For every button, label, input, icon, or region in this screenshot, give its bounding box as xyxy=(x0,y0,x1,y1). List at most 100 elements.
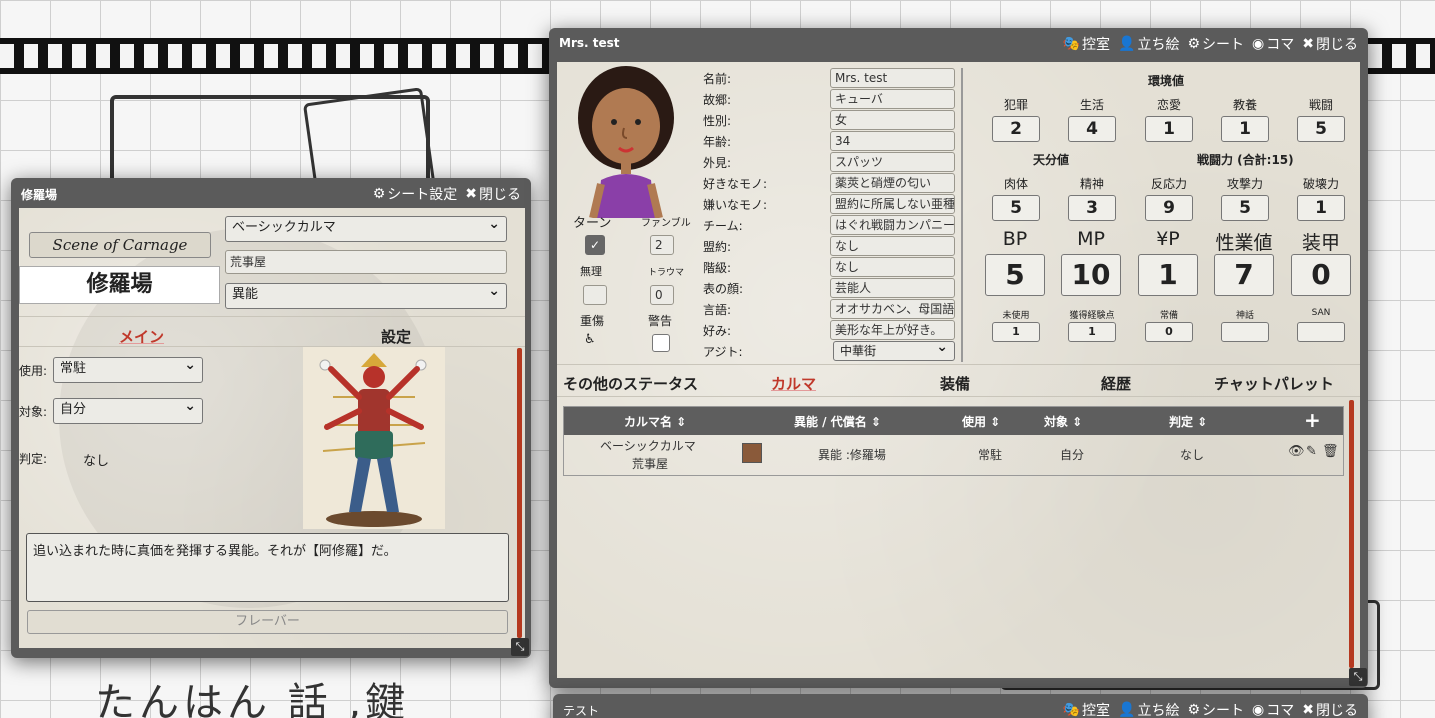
titlebar[interactable]: 修羅場 ⚙ シート設定 ✖ 閉じる xyxy=(11,178,531,208)
row-use: 常駐 xyxy=(978,448,1003,462)
tab-2[interactable]: 装備 xyxy=(940,373,970,394)
warning-checkbox[interactable] xyxy=(652,334,670,352)
sheet-button[interactable]: ⚙ シート xyxy=(1187,34,1244,54)
ability-value-1[interactable]: 3 xyxy=(1068,195,1116,221)
tab-1[interactable]: カルマ xyxy=(771,373,816,394)
combat-header: 戦闘力 (合計:15) xyxy=(1197,153,1294,167)
col-ability-name[interactable]: 異能 / 代償名 ⇕ xyxy=(794,413,881,430)
env-value-3[interactable]: 1 xyxy=(1221,116,1269,142)
target-select[interactable]: 自分 xyxy=(53,395,203,424)
big-stat-value-3[interactable]: 7 xyxy=(1214,254,1274,296)
trauma-field[interactable]: 0 xyxy=(650,285,674,305)
profile-select-13[interactable]: 中華街 xyxy=(833,338,955,361)
scrollbar[interactable] xyxy=(1349,400,1354,668)
col-karma-name[interactable]: カルマ名 ⇕ xyxy=(624,413,686,430)
tab-main[interactable]: メイン xyxy=(119,326,164,347)
muri-field[interactable] xyxy=(583,285,607,305)
ability-value-3[interactable]: 5 xyxy=(1221,195,1269,221)
ability-value-4[interactable]: 1 xyxy=(1297,195,1345,221)
big-stat-value-4[interactable]: 0 xyxy=(1291,254,1351,296)
fumble-field[interactable]: 2 xyxy=(650,235,674,255)
big-stat-value-2[interactable]: 1 xyxy=(1138,254,1198,296)
profile-field-12[interactable]: 美形な年上が好き。 xyxy=(830,320,955,340)
sheet-button[interactable]: ⚙ シート xyxy=(1187,700,1244,718)
scene-button[interactable]: Scene of Carnage xyxy=(29,232,211,258)
room-button[interactable]: 🎭 控室 xyxy=(1063,34,1110,54)
sub-stat-value-0[interactable]: 1 xyxy=(992,322,1040,342)
profile-field-6[interactable]: 盟約に所属しない亜種 xyxy=(830,194,955,214)
karma-subname-field[interactable]: 荒事屋 xyxy=(225,250,507,274)
tab-settings[interactable]: 設定 xyxy=(381,326,411,347)
big-stat-value-0[interactable]: 5 xyxy=(985,254,1045,296)
profile-field-3[interactable]: 34 xyxy=(830,131,955,151)
tab-0[interactable]: その他のステータス xyxy=(563,373,698,394)
big-stat-value-1[interactable]: 10 xyxy=(1061,254,1121,296)
sub-stat-value-2[interactable]: 0 xyxy=(1145,322,1193,342)
profile-field-4[interactable]: スパッツ xyxy=(830,152,955,172)
profile-field-10[interactable]: 芸能人 xyxy=(830,278,955,298)
env-value-1[interactable]: 4 xyxy=(1068,116,1116,142)
resize-handle[interactable]: ⤡ xyxy=(511,638,529,656)
resize-handle[interactable]: ⤡ xyxy=(1349,668,1367,686)
sub-stat-value-1[interactable]: 1 xyxy=(1068,322,1116,342)
avatar[interactable] xyxy=(571,62,681,219)
trash-icon[interactable]: 🗑 xyxy=(1322,444,1339,459)
col-target[interactable]: 対象 ⇕ xyxy=(1044,413,1082,430)
flavor-button[interactable]: フレーバー xyxy=(27,610,508,634)
tab-4[interactable]: チャットパレット xyxy=(1214,373,1334,394)
sub-stat-value-3[interactable] xyxy=(1221,322,1269,342)
profile-field-2[interactable]: 女 xyxy=(830,110,955,130)
sub-stat-value-4[interactable] xyxy=(1297,322,1345,342)
env-value-0[interactable]: 2 xyxy=(992,116,1040,142)
env-value-4[interactable]: 5 xyxy=(1297,116,1345,142)
karma-type-select[interactable]: ベーシックカルマ xyxy=(225,213,507,242)
row-karma-name: ベーシックカルマ xyxy=(600,439,696,453)
titlebar[interactable]: テスト 🎭 控室 👤 立ち絵 ⚙ シート ◉ コマ ✖ 閉じる xyxy=(553,694,1368,718)
edit-icon[interactable]: ✎ xyxy=(1306,444,1317,459)
piece-button[interactable]: ◉ コマ xyxy=(1252,700,1294,718)
col-use[interactable]: 使用 ⇕ xyxy=(962,413,1000,430)
add-row-button[interactable]: + xyxy=(1304,408,1321,432)
piece-button[interactable]: ◉ コマ xyxy=(1252,34,1294,54)
close-button[interactable]: ✖ 閉じる xyxy=(465,184,521,204)
profile-field-8[interactable]: なし xyxy=(830,236,955,256)
profile-field-0[interactable]: Mrs. test xyxy=(830,68,955,88)
resize-icon: ⤡ xyxy=(515,640,525,653)
col-judge[interactable]: 判定 ⇕ xyxy=(1169,413,1207,430)
env-label: 犯罪 xyxy=(1003,98,1028,112)
standing-picture-button[interactable]: 👤 立ち絵 xyxy=(1118,700,1179,718)
row-target: 自分 xyxy=(1060,448,1085,462)
profile-field-7[interactable]: はぐれ戦闘カンパニー xyxy=(830,215,955,235)
standing-picture-button[interactable]: 👤 立ち絵 xyxy=(1118,34,1179,54)
wheelchair-icon[interactable]: ♿ xyxy=(584,332,596,347)
karma-image[interactable] xyxy=(303,347,445,529)
karma-name-field[interactable]: 修羅場 xyxy=(19,266,220,304)
room-button[interactable]: 🎭 控室 xyxy=(1063,700,1110,718)
profile-field-5[interactable]: 薬莢と硝煙の匂い xyxy=(830,173,955,193)
table-row[interactable]: ベーシックカルマ 荒事屋 異能 :修羅場 常駐 自分 なし 👁 ✎ 🗑 xyxy=(564,435,1343,475)
muri-label: 無理 xyxy=(580,265,602,278)
ability-value-0[interactable]: 5 xyxy=(992,195,1040,221)
use-select[interactable]: 常駐 xyxy=(53,354,203,383)
vertical-divider xyxy=(961,68,963,362)
ability-type-select[interactable]: 異能 xyxy=(225,280,507,309)
description-textarea[interactable]: 追い込まれた時に真価を発揮する異能。それが【阿修羅】だ。 xyxy=(26,533,509,602)
turn-checkbox[interactable]: ✓ xyxy=(585,235,605,255)
close-button[interactable]: ✖ 閉じる xyxy=(1302,700,1358,718)
profile-label: 外見: xyxy=(703,156,732,170)
ability-value-2[interactable]: 9 xyxy=(1145,195,1193,221)
tab-3[interactable]: 経歴 xyxy=(1101,373,1131,394)
profile-field-9[interactable]: なし xyxy=(830,257,955,277)
profile-field-11[interactable]: オオサカベン、母国語 xyxy=(830,299,955,319)
sheet-settings-button[interactable]: ⚙ シート設定 xyxy=(373,184,458,204)
row-thumbnail[interactable] xyxy=(742,443,762,463)
close-button[interactable]: ✖ 閉じる xyxy=(1302,34,1358,54)
karma-sheet: Scene of Carnage 修羅場 ベーシックカルマ 荒事屋 異能 メイン… xyxy=(19,208,525,648)
sort-icon: ⇕ xyxy=(676,415,687,429)
profile-label: アジト: xyxy=(703,345,743,359)
profile-field-1[interactable]: キューバ xyxy=(830,89,955,109)
eye-icon[interactable]: 👁 xyxy=(1288,444,1305,459)
titlebar[interactable]: Mrs. test 🎭 控室 👤 立ち絵 ⚙ シート ◉ コマ ✖ 閉じる xyxy=(549,28,1368,58)
env-value-2[interactable]: 1 xyxy=(1145,116,1193,142)
scrollbar[interactable] xyxy=(517,348,522,638)
